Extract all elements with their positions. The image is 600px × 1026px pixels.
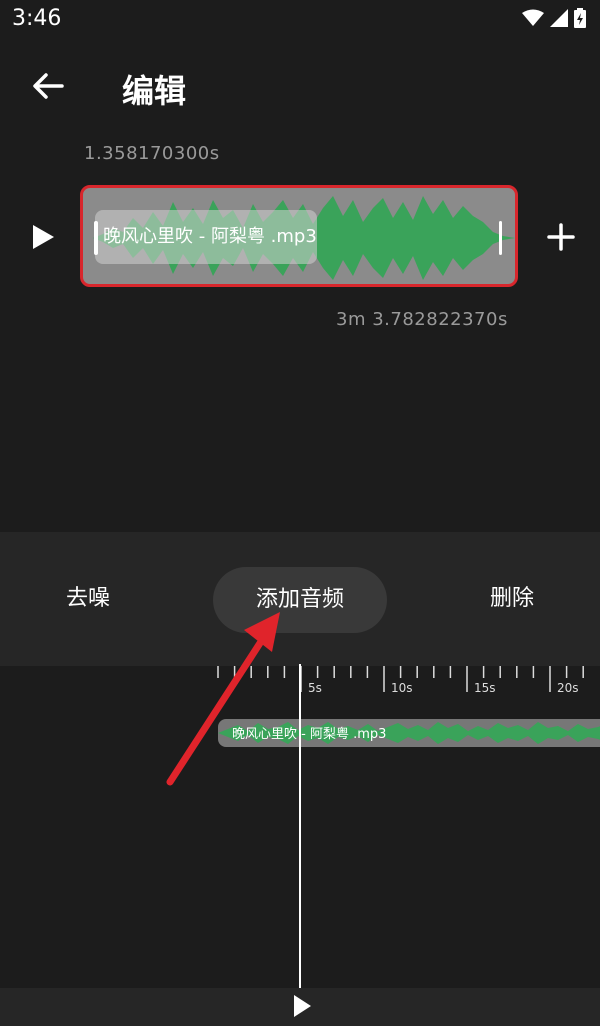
playhead[interactable] <box>299 664 301 988</box>
play-icon[interactable] <box>292 993 312 1019</box>
trim-handle-left[interactable] <box>94 221 98 255</box>
track-file-name: 晚风心里吹 - 阿梨粤 .mp3 <box>232 727 387 742</box>
play-icon[interactable] <box>30 223 56 251</box>
page-title: 编辑 <box>122 72 187 110</box>
delete-button[interactable]: 删除 <box>464 532 560 666</box>
ruler-label: 15s <box>474 681 496 695</box>
audio-track[interactable]: 晚风心里吹 - 阿梨粤 .mp3 <box>218 719 600 747</box>
status-time: 3:46 <box>12 6 62 31</box>
clip-start-time: 1.358170300s <box>84 143 220 164</box>
battery-icon <box>574 8 586 28</box>
audio-clip-selection[interactable]: 晚风心里吹 - 阿梨粤 .mp3 <box>80 185 518 287</box>
denoise-button[interactable]: 去噪 <box>40 532 136 666</box>
add-audio-button[interactable]: 添加音频 <box>213 567 387 633</box>
edit-toolbar: 去噪 添加音频 删除 <box>0 532 600 666</box>
signal-icon <box>550 9 568 27</box>
back-arrow-icon[interactable] <box>28 66 68 106</box>
ruler-label: 10s <box>391 681 413 695</box>
ruler-label: 20s <box>557 681 579 695</box>
wifi-icon <box>522 9 544 26</box>
status-icons <box>522 8 586 28</box>
plus-icon[interactable] <box>544 220 578 254</box>
trim-handle-right[interactable] <box>499 221 502 255</box>
clip-file-name: 晚风心里吹 - 阿梨粤 .mp3 <box>95 210 317 264</box>
ruler-label: 5s <box>308 681 322 695</box>
clip-end-time: 3m 3.782822370s <box>336 309 508 330</box>
